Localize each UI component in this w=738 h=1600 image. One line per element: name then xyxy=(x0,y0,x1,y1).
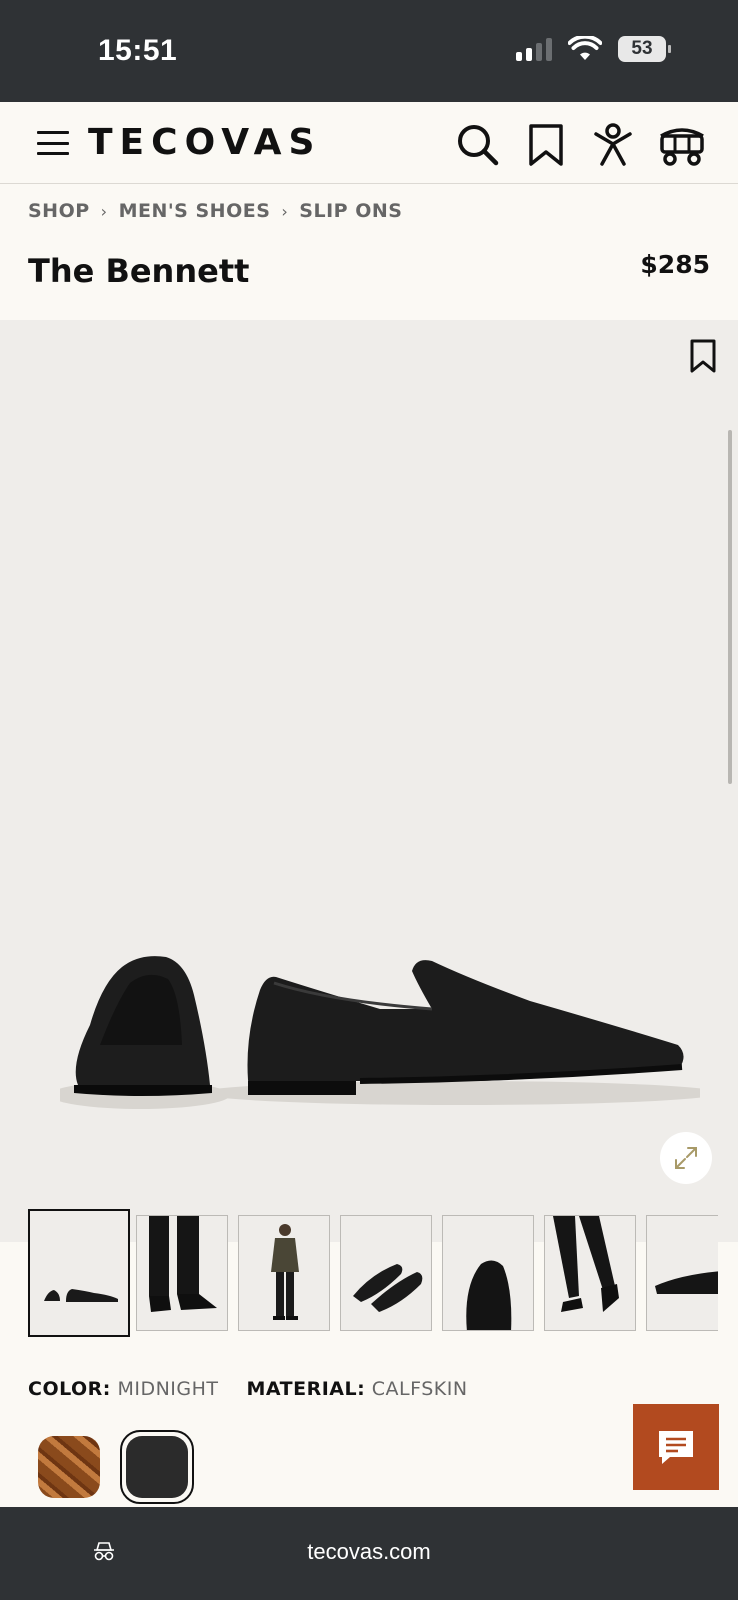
menu-icon[interactable] xyxy=(37,131,69,155)
black-loafer-pair-image xyxy=(60,956,700,1109)
product-title: The Bennett xyxy=(28,252,250,290)
chat-icon xyxy=(659,1431,693,1464)
thumbnail-toe-closeup[interactable] xyxy=(442,1215,534,1331)
swatch-calfskin-midnight[interactable] xyxy=(120,1430,194,1504)
swatch-croc-brown[interactable] xyxy=(32,1430,106,1504)
wifi-icon xyxy=(568,36,602,60)
product-main-image[interactable] xyxy=(0,320,738,1242)
chevron-right-icon: › xyxy=(281,201,289,221)
thumbnail-full-body-model[interactable] xyxy=(238,1215,330,1331)
battery-icon: 53 xyxy=(618,36,671,62)
site-logo[interactable]: TECOVAS xyxy=(88,122,321,163)
thumbnail-pair-side[interactable] xyxy=(28,1209,130,1337)
status-time: 15:51 xyxy=(98,34,178,67)
material-attribute: MATERIAL: CALFSKIN xyxy=(247,1378,468,1400)
breadcrumb-item-shop[interactable]: SHOP xyxy=(28,200,90,222)
thumbnail-walking[interactable] xyxy=(544,1215,636,1331)
expand-icon xyxy=(675,1147,697,1169)
thumbnail-legs-wearing[interactable] xyxy=(136,1215,228,1331)
search-icon[interactable] xyxy=(455,122,501,168)
thumbnail-heel-detail[interactable] xyxy=(646,1215,718,1331)
color-attribute: COLOR: MIDNIGHT xyxy=(28,1378,219,1400)
thumbnail-pair-angle[interactable] xyxy=(340,1215,432,1331)
breadcrumb-item-slip-ons[interactable]: SLIP ONS xyxy=(299,200,402,222)
status-icons: 53 xyxy=(516,36,671,62)
product-attributes: COLOR: MIDNIGHT MATERIAL: CALFSKIN xyxy=(28,1378,468,1400)
breadcrumb: SHOP › MEN'S SHOES › SLIP ONS xyxy=(28,200,402,222)
cart-wagon-icon[interactable] xyxy=(657,122,707,168)
product-title-row: The Bennett $285 xyxy=(0,240,738,320)
browser-bar: tecovas.com xyxy=(0,1507,738,1600)
bookmark-icon[interactable] xyxy=(523,122,569,168)
account-icon[interactable] xyxy=(590,122,636,168)
bookmark-icon[interactable] xyxy=(688,338,718,374)
breadcrumb-item-mens-shoes[interactable]: MEN'S SHOES xyxy=(119,200,271,222)
thumbnail-strip[interactable] xyxy=(28,1209,718,1337)
material-value: CALFSKIN xyxy=(371,1378,468,1400)
expand-button[interactable] xyxy=(660,1132,712,1184)
color-label: COLOR: xyxy=(28,1378,111,1400)
scrollbar[interactable] xyxy=(728,430,732,784)
color-swatches xyxy=(32,1430,194,1504)
site-header: TECOVAS xyxy=(0,102,738,184)
chat-button[interactable] xyxy=(633,1404,719,1490)
material-label: MATERIAL: xyxy=(246,1378,366,1400)
signal-icon xyxy=(516,37,552,61)
product-price: $285 xyxy=(640,250,710,279)
status-bar: 15:51 53 xyxy=(0,0,738,102)
chevron-right-icon: › xyxy=(100,201,108,221)
color-value: MIDNIGHT xyxy=(117,1378,219,1400)
browser-url[interactable]: tecovas.com xyxy=(0,1539,738,1565)
